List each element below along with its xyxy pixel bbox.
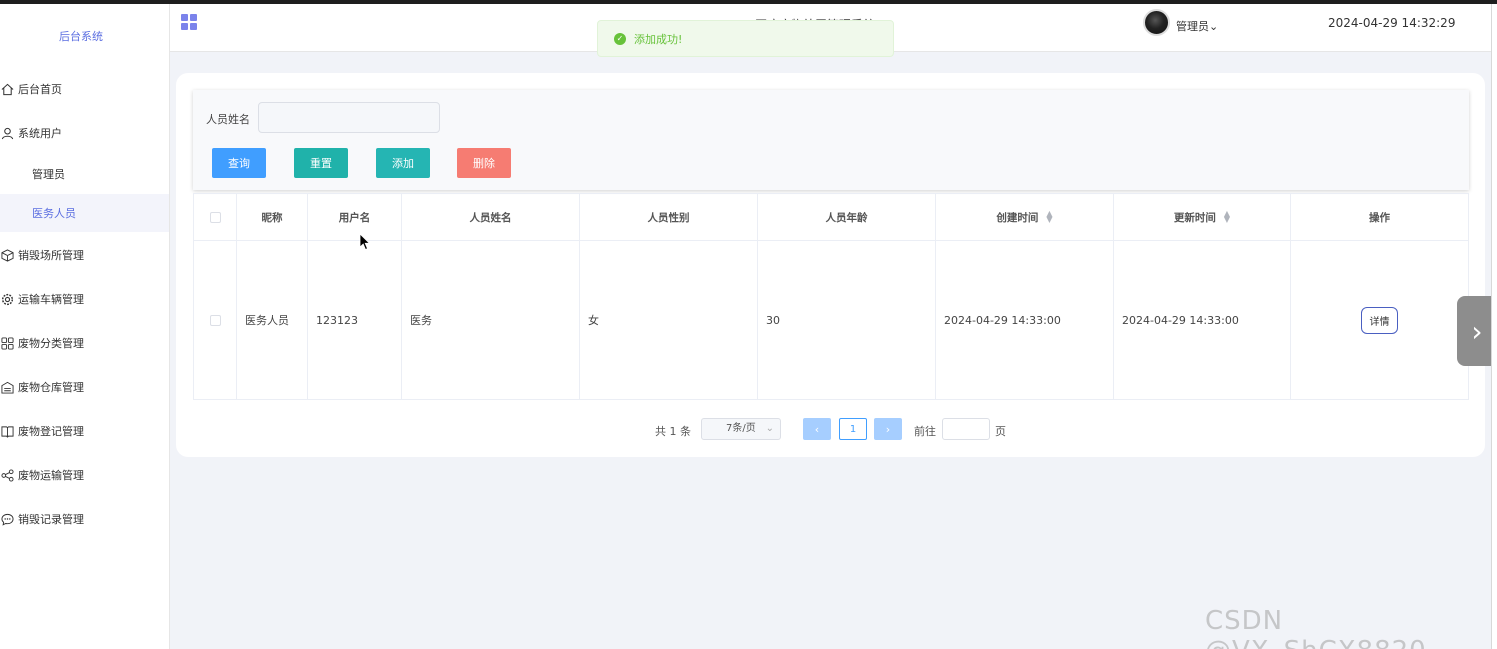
name-filter-input[interactable] [258,102,440,133]
cell-created: 2024-04-29 14:33:00 [936,241,1114,399]
column-header: 昵称 [237,194,308,240]
table-row: 医务人员 123123 医务 女 30 2024-04-29 14:33:00 … [194,241,1468,399]
menu-toggle-icon[interactable] [181,14,197,30]
sidebar-item-waste-categories[interactable]: 废物分类管理 [0,324,169,362]
page-size-select[interactable]: 7条/页 ⌄ [701,418,781,440]
row-select-cell [194,241,237,399]
toast-message: 添加成功! [634,32,683,46]
sort-icon[interactable]: ▲ ▼ [1224,210,1230,224]
chevron-right-icon: › [885,422,891,436]
pagination-total: 共 1 条 [655,425,691,438]
table-header: 昵称 用户名 人员姓名 人员性别 人员年龄 创建时间 ▲ ▼ 更新时间 ▲ ▼ 操作 [194,194,1468,241]
cell-nickname: 医务人员 [237,241,308,399]
sidebar: 后台系统 后台首页 系统用户 管理员 医务人员 销毁场所管理 运输车辆管理 废物… [0,4,170,649]
page-number[interactable]: 1 [839,418,867,440]
select-all-checkbox[interactable] [209,211,221,223]
sidebar-item-destruction-records[interactable]: 销毁记录管理 [0,500,169,538]
column-header: 人员性别 [580,194,758,240]
created-time-header[interactable]: 创建时间 ▲ ▼ [936,194,1114,240]
chevron-right-icon: › [1471,314,1483,348]
column-header: 用户名 [308,194,402,240]
sidebar-item-label: 销毁记录管理 [18,513,84,526]
user-icon [0,126,14,140]
user-menu[interactable]: 管理员⌄ [1176,18,1218,34]
content-card: 人员姓名 查询 重置 添加 删除 昵称 用户名 人员姓名 人员性别 人员年龄 创… [176,73,1485,457]
sidebar-item-label: 废物仓库管理 [18,381,84,394]
apps-icon [0,336,14,350]
watermark: CSDN @VX_ShCX8820 [1205,606,1426,649]
chevron-down-icon: ⌄ [765,423,774,434]
share-icon [0,468,14,482]
check-circle-icon: ✓ [614,32,626,45]
reset-button[interactable]: 重置 [294,148,348,178]
home-icon [0,82,14,96]
sidebar-item-label: 后台首页 [18,83,62,96]
goto-page-input[interactable] [942,418,990,440]
cell-username: 123123 [308,241,402,399]
chat-icon [0,512,14,526]
sidebar-item-label: 管理员 [32,168,65,181]
success-toast: ✓ 添加成功! [597,20,894,57]
sidebar-item-label: 系统用户 [18,127,62,140]
updated-time-header[interactable]: 更新时间 ▲ ▼ [1114,194,1291,240]
sidebar-item-medical-staff[interactable]: 医务人员 [0,194,169,232]
delete-button[interactable]: 删除 [457,148,511,178]
sidebar-item-label: 废物运输管理 [18,469,84,482]
cell-gender: 女 [580,241,758,399]
column-header: 人员年龄 [758,194,936,240]
prev-page-button[interactable]: ‹ [803,418,831,440]
sidebar-item-label: 废物分类管理 [18,337,84,350]
sidebar-item-destruction-sites[interactable]: 销毁场所管理 [0,236,169,274]
pagination: 共 1 条 7条/页 ⌄ ‹ 1 › 前往 页 [176,418,1485,440]
row-checkbox[interactable] [209,314,221,326]
sidebar-item-admin[interactable]: 管理员 [0,155,169,193]
sidebar-item-label: 运输车辆管理 [18,293,84,306]
gear-icon [0,292,14,306]
sidebar-item-transport[interactable]: 废物运输管理 [0,456,169,494]
sidebar-item-vehicles[interactable]: 运输车辆管理 [0,280,169,318]
cell-actions: 详情 [1291,241,1468,399]
sort-icon[interactable]: ▲ ▼ [1046,210,1052,224]
sidebar-item-label: 销毁场所管理 [18,249,84,262]
book-icon [0,424,14,438]
goto-label: 前往 [914,425,936,438]
add-button[interactable]: 添加 [376,148,430,178]
sidebar-item-system-users[interactable]: 系统用户 [0,114,169,152]
next-page-button[interactable]: › [874,418,902,440]
search-panel: 人员姓名 查询 重置 添加 删除 [193,90,1469,190]
avatar[interactable] [1143,9,1170,36]
header-datetime: 2024-04-29 14:32:29 [1328,16,1456,30]
sidebar-item-label: 医务人员 [32,207,76,220]
staff-table: 昵称 用户名 人员姓名 人员性别 人员年龄 创建时间 ▲ ▼ 更新时间 ▲ ▼ 操作 医… [193,193,1469,400]
column-header: 操作 [1369,211,1390,224]
scrollbar-track[interactable] [1491,4,1497,649]
warehouse-icon [0,380,14,394]
cell-age: 30 [758,241,936,399]
cell-name: 医务 [402,241,580,399]
column-header: 人员姓名 [402,194,580,240]
sidebar-item-label: 废物登记管理 [18,425,84,438]
sidebar-item-warehouses[interactable]: 废物仓库管理 [0,368,169,406]
query-button[interactable]: 查询 [212,148,266,178]
name-filter-label: 人员姓名 [206,113,250,126]
cell-updated: 2024-04-29 14:33:00 [1114,241,1291,399]
cube-icon [0,248,14,262]
brand-title: 后台系统 [59,30,103,43]
detail-button[interactable]: 详情 [1361,306,1398,334]
select-all-cell [194,194,237,240]
sidebar-item-home[interactable]: 后台首页 [0,70,169,108]
chevron-down-icon: ⌄ [1209,20,1219,33]
goto-unit: 页 [995,425,1006,438]
mouse-cursor-icon [359,233,371,251]
sidebar-item-registrations[interactable]: 废物登记管理 [0,412,169,450]
chevron-left-icon: ‹ [814,422,820,436]
